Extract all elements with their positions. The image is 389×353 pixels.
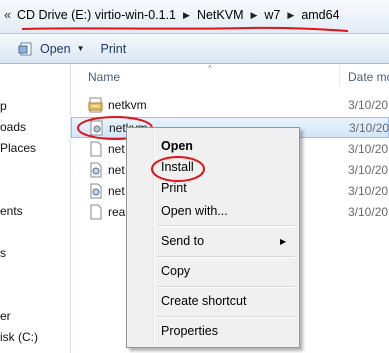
breadcrumb-drive[interactable]: CD Drive (E:) virtio-win-0.1.1	[17, 8, 176, 22]
file-name: net	[108, 184, 125, 198]
sort-indicator-icon: ^	[208, 64, 212, 73]
print-button[interactable]: Print	[93, 38, 135, 60]
column-header-bar: ^ Name Date mo	[71, 64, 389, 88]
breadcrumb-netkvm[interactable]: NetKVM	[197, 8, 244, 22]
submenu-arrow-icon: ▶	[280, 237, 287, 246]
breadcrumb-amd64[interactable]: amd64	[301, 8, 339, 22]
menu-item-properties[interactable]: Properties	[161, 324, 218, 338]
menu-item-copy[interactable]: Copy	[161, 264, 190, 278]
navigation-pane: p oads Places ents s er isk (C:)	[0, 64, 71, 353]
menu-separator	[157, 256, 295, 258]
file-name: net	[108, 142, 125, 156]
breadcrumb-separator-icon[interactable]: ▶	[287, 10, 294, 21]
column-divider[interactable]	[339, 66, 340, 86]
file-date: 3/10/20	[348, 98, 389, 112]
file-date: 3/10/20	[349, 121, 389, 135]
breadcrumb-w7[interactable]: w7	[264, 8, 280, 22]
chevron-down-icon[interactable]: ▼	[77, 44, 85, 53]
column-header-date[interactable]: Date mo	[348, 70, 389, 84]
file-date: 3/10/20	[348, 205, 389, 219]
file-name: net	[108, 163, 125, 177]
nav-item-downloads[interactable]: oads	[0, 120, 26, 134]
command-bar: Open ▼ Print	[0, 34, 389, 64]
nav-item-recent-places[interactable]: Places	[0, 141, 36, 155]
nav-item[interactable]: p	[0, 99, 7, 113]
breadcrumb[interactable]: « CD Drive (E:) virtio-win-0.1.1 ▶ NetKV…	[0, 3, 389, 27]
address-bar[interactable]: « CD Drive (E:) virtio-win-0.1.1 ▶ NetKV…	[0, 0, 389, 34]
file-date: 3/10/20	[348, 142, 389, 156]
toolbar-edge	[0, 34, 10, 63]
breadcrumb-separator-icon[interactable]: ▶	[183, 10, 190, 21]
print-button-label: Print	[100, 41, 127, 56]
red-annotation-circle	[151, 156, 205, 182]
menu-item-open[interactable]: Open	[161, 139, 193, 153]
file-date: 3/10/20	[348, 184, 389, 198]
menu-separator	[157, 316, 295, 318]
file-name: rea	[108, 205, 126, 219]
nav-item-computer[interactable]: er	[0, 309, 11, 323]
open-file-icon	[18, 42, 32, 55]
gear-file-icon	[90, 183, 102, 199]
nav-item-local-disk[interactable]: isk (C:)	[0, 330, 38, 344]
menu-item-create-shortcut[interactable]: Create shortcut	[161, 294, 246, 308]
gear-file-icon	[90, 162, 102, 178]
document-icon	[90, 204, 102, 220]
menu-item-open-with[interactable]: Open with...	[161, 204, 228, 218]
open-button[interactable]: Open ▼	[10, 38, 93, 60]
menu-separator	[157, 286, 295, 288]
overflow-chevron-icon[interactable]: «	[4, 8, 11, 22]
menu-item-send-to[interactable]: Send to	[161, 234, 204, 248]
open-button-label: Open	[40, 41, 71, 56]
column-header-name[interactable]: Name	[88, 70, 120, 84]
file-name: netkvm	[108, 98, 147, 112]
nav-item-documents[interactable]: ents	[0, 204, 23, 218]
file-row[interactable]: netkvm 3/10/20	[71, 95, 389, 116]
document-icon	[90, 141, 102, 157]
breadcrumb-separator-icon[interactable]: ▶	[250, 10, 257, 21]
file-date: 3/10/20	[348, 163, 389, 177]
setup-info-icon	[88, 97, 103, 113]
nav-item[interactable]: s	[0, 246, 6, 260]
menu-separator	[157, 225, 295, 227]
